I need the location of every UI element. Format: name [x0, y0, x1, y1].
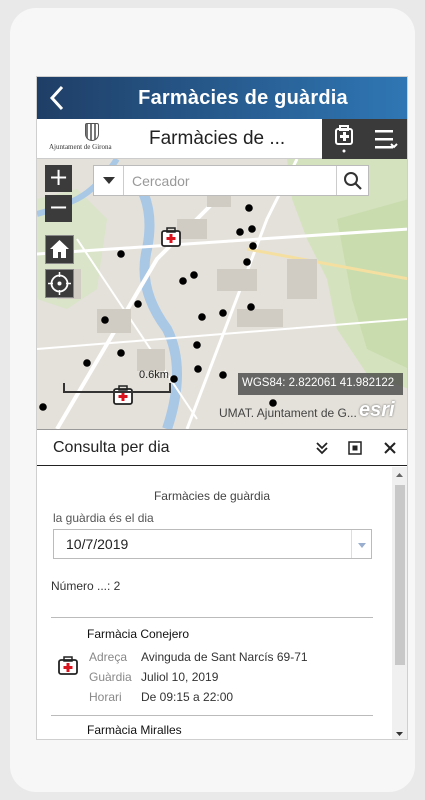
pharmacy-name[interactable]: Farmàcia Miralles: [87, 723, 182, 737]
scroll-thumb[interactable]: [395, 485, 405, 665]
pharmacy-marker: [117, 349, 125, 357]
result-count: Número ...: 2: [51, 579, 121, 593]
page-title: Farmàcies de guàrdia: [138, 87, 348, 109]
menu-icon: [375, 130, 398, 149]
pharmacy-marker: [134, 300, 142, 308]
caret-down-icon: [103, 177, 115, 184]
date-value: 10/7/2019: [66, 536, 129, 552]
top-bar: Farmàcies de guàrdia: [37, 77, 407, 119]
date-dropdown-arrow[interactable]: [351, 530, 371, 558]
date-label: la guàrdia és el dia: [53, 511, 154, 525]
panel-subtitle: Farmàcies de guàrdia: [153, 489, 271, 503]
locate-button[interactable]: [45, 269, 74, 298]
search-icon: [344, 172, 362, 190]
hours-label: Horari: [89, 690, 122, 704]
panel-content[interactable]: Farmàcies de guàrdia la guàrdia és el di…: [37, 467, 407, 739]
app-screen: Farmàcies de guàrdia Ajuntament de Giron…: [36, 76, 408, 740]
pharmacy-marker: [245, 204, 253, 212]
query-panel: Consulta per dia Farmàcies de guàrdia la…: [37, 429, 407, 739]
pharmacy-marker: [219, 309, 227, 317]
address-label: Adreça: [89, 650, 128, 664]
esri-logo: esri: [359, 399, 395, 421]
pharmacy-highlight-marker: [161, 227, 181, 247]
panel-title: Consulta per dia: [53, 439, 170, 456]
maximize-icon: [348, 441, 362, 455]
crosshair-icon: [48, 272, 71, 295]
divider: [51, 715, 373, 716]
chevron-left-icon: [49, 85, 64, 111]
home-icon: [50, 240, 69, 258]
panel-header: Consulta per dia: [37, 430, 407, 466]
scale-bar: [63, 383, 171, 393]
pharmacy-marker: [243, 258, 251, 266]
date-select[interactable]: 10/7/2019: [53, 529, 372, 559]
search-source-dropdown[interactable]: [94, 166, 124, 195]
search-input[interactable]: [132, 171, 332, 191]
close-button[interactable]: [381, 439, 399, 457]
app-header: Ajuntament de Girona Farmàcies de ...: [37, 119, 407, 159]
guard-label: Guàrdia: [89, 670, 132, 684]
device-frame: Farmàcies de guàrdia Ajuntament de Giron…: [10, 8, 415, 792]
maximize-button[interactable]: [346, 439, 364, 457]
double-chevron-down-icon: [316, 442, 328, 455]
pharmacy-marker: [117, 250, 125, 258]
girona-seal-icon: [85, 123, 99, 141]
scroll-up-icon: [396, 473, 403, 477]
app-header-title: Farmàcies de ...: [149, 128, 286, 149]
pharmacy-marker: [194, 365, 202, 373]
pharmacy-icon: [58, 656, 78, 675]
search-button[interactable]: [336, 166, 368, 195]
menu-button[interactable]: [370, 124, 402, 154]
pharmacy-marker: [170, 375, 178, 383]
pharmacy-marker: [39, 403, 47, 411]
hours-value: De 09:15 a 22:00: [141, 690, 234, 704]
back-button[interactable]: [45, 83, 71, 113]
pharmacy-marker: [198, 313, 206, 321]
pharmacy-marker: [193, 341, 201, 349]
logo-text: Ajuntament de Girona: [49, 143, 112, 151]
close-icon: [384, 442, 396, 454]
header-toolbar: [322, 119, 407, 159]
pharmacy-widget-button[interactable]: [328, 124, 360, 154]
girona-logo: Ajuntament de Girona: [49, 123, 131, 155]
scroll-down-icon: [396, 732, 403, 736]
pharmacy-marker: [179, 277, 187, 285]
pharmacy-marker: [248, 225, 256, 233]
map-view[interactable]: + − 0.6km WGS84: 2.822061 41.982122 UMA: [37, 159, 407, 429]
zoom-in-button[interactable]: +: [45, 165, 72, 192]
guard-value: Juliol 10, 2019: [141, 670, 219, 684]
pharmacy-name[interactable]: Farmàcia Conejero: [87, 627, 189, 641]
pharmacy-marker: [236, 228, 244, 236]
pharmacy-marker: [83, 359, 91, 367]
scale-label: 0.6km: [139, 369, 169, 381]
map-attribution: UMAT. Ajuntament de G...: [219, 406, 357, 420]
medical-kit-icon: [335, 125, 353, 153]
caret-down-icon: [358, 543, 366, 548]
coordinates-readout: WGS84: 2.822061 41.982122: [238, 373, 403, 395]
pharmacy-marker: [249, 242, 257, 250]
search-bar: [93, 165, 369, 196]
pharmacy-marker: [190, 271, 198, 279]
divider: [51, 617, 373, 618]
home-button[interactable]: [45, 235, 74, 264]
panel-scrollbar[interactable]: [392, 467, 407, 739]
zoom-out-button[interactable]: −: [45, 195, 72, 222]
address-value: Avinguda de Sant Narcís 69-71: [141, 650, 308, 664]
pharmacy-marker: [101, 316, 109, 324]
pharmacy-marker: [247, 303, 255, 311]
collapse-button[interactable]: [313, 439, 331, 457]
pharmacy-marker: [219, 371, 227, 379]
